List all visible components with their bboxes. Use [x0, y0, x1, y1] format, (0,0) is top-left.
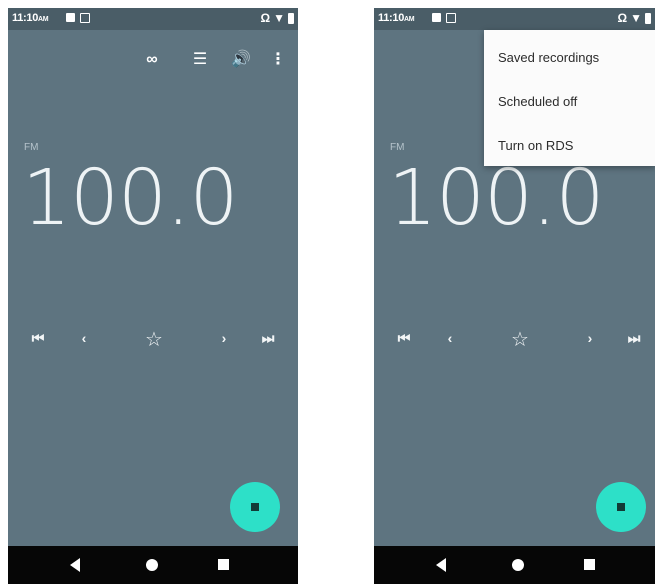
overflow-menu-icon[interactable]: ⋮ [268, 52, 288, 68]
frequency-display: 100.0 [22, 154, 238, 243]
navigation-bar [374, 546, 655, 584]
recents-icon[interactable] [218, 559, 229, 570]
favorite-star-icon[interactable]: ☆ [142, 327, 166, 352]
radio-screen-right: 11:10AM Ω ▼ FM 100.0 ⏮ ‹ ☆ › ⏭ Saved rec… [374, 8, 655, 584]
record-icon[interactable]: ∞ [142, 52, 162, 68]
speaker-icon[interactable]: 🔊 [231, 52, 251, 68]
radio-screen-left: 11:10AM Ω ▼ ∞ ☰ 🔊 ⋮ FM 100.0 ⏮ ‹ ☆ › ⏭ [8, 8, 298, 584]
status-bar: 11:10AM Ω ▼ [374, 8, 655, 30]
skip-next-icon[interactable]: ⏭ [622, 330, 646, 347]
battery-icon [288, 12, 294, 24]
skip-next-icon[interactable]: ⏭ [256, 330, 280, 347]
wifi-icon: ▼ [630, 11, 642, 25]
status-time: 11:10AM [12, 12, 49, 24]
headphones-icon: Ω [617, 11, 628, 25]
favorite-star-icon[interactable]: ☆ [508, 327, 532, 352]
stop-icon [251, 503, 259, 511]
status-time: 11:10AM [378, 12, 415, 24]
tune-up-icon[interactable]: › [578, 330, 602, 346]
headphones-icon: Ω [260, 11, 271, 25]
tune-up-icon[interactable]: › [212, 330, 236, 346]
skip-previous-icon[interactable]: ⏮ [26, 330, 50, 347]
battery-icon [645, 12, 651, 24]
status-bar: 11:10AM Ω ▼ [8, 8, 298, 30]
image-notification-icon [432, 13, 441, 22]
record-stop-button[interactable] [230, 482, 280, 532]
station-list-icon[interactable]: ☰ [190, 52, 210, 68]
menu-item-turn-on-rds[interactable]: Turn on RDS [498, 138, 573, 153]
frequency-display: 100.0 [388, 154, 604, 243]
record-stop-button[interactable] [596, 482, 646, 532]
back-icon[interactable] [70, 558, 80, 572]
image-notification-icon [66, 13, 75, 22]
home-icon[interactable] [512, 559, 524, 571]
recents-icon[interactable] [584, 559, 595, 570]
overflow-menu: Saved recordings Scheduled off Turn on R… [484, 30, 655, 166]
screenshot-notification-icon [80, 13, 90, 23]
stop-icon [617, 503, 625, 511]
menu-item-scheduled-off[interactable]: Scheduled off [498, 94, 577, 109]
tune-down-icon[interactable]: ‹ [72, 330, 96, 346]
band-label: FM [24, 142, 39, 153]
skip-previous-icon[interactable]: ⏮ [392, 330, 416, 347]
home-icon[interactable] [146, 559, 158, 571]
screenshot-notification-icon [446, 13, 456, 23]
back-icon[interactable] [436, 558, 446, 572]
wifi-icon: ▼ [273, 11, 285, 25]
menu-item-saved-recordings[interactable]: Saved recordings [498, 50, 599, 65]
band-label: FM [390, 142, 405, 153]
navigation-bar [8, 546, 298, 584]
tune-down-icon[interactable]: ‹ [438, 330, 462, 346]
